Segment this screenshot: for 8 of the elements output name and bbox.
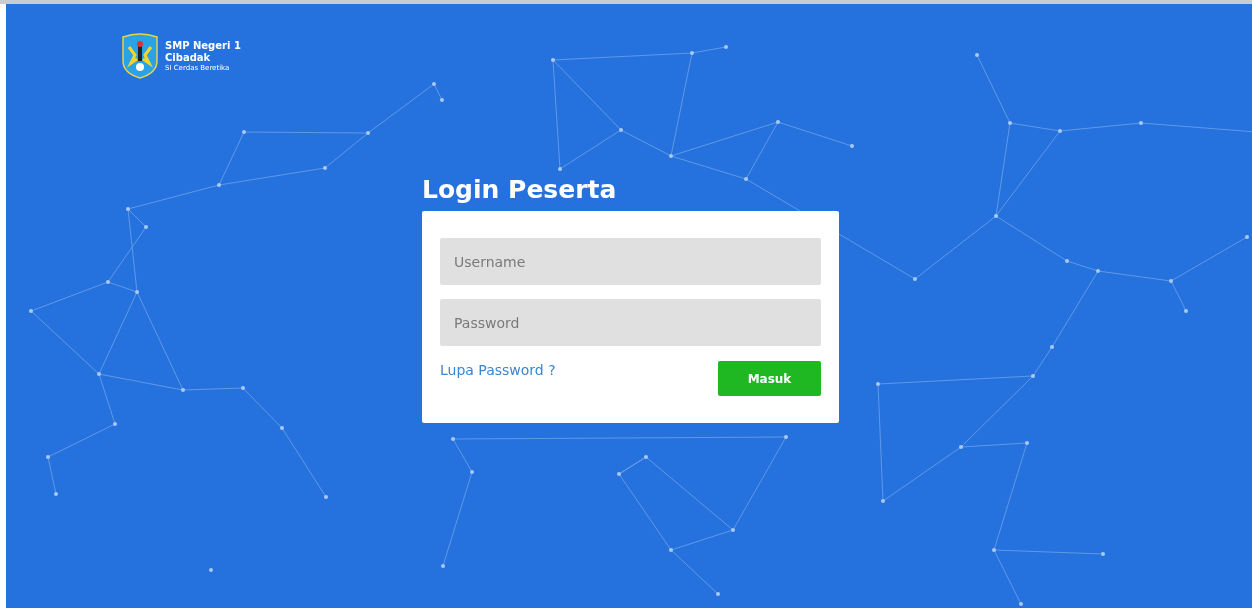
login-title: Login Peserta <box>422 175 618 205</box>
school-name: SMP Negeri 1 <box>165 39 241 52</box>
username-field[interactable]: Username <box>440 238 821 285</box>
school-name: Cibadak <box>165 51 212 64</box>
login-button[interactable]: Masuk <box>718 361 821 396</box>
password-field[interactable]: Password <box>440 299 821 346</box>
school-crest-icon <box>121 33 159 79</box>
forgot-password-link[interactable]: Lupa Password ? <box>440 362 556 378</box>
